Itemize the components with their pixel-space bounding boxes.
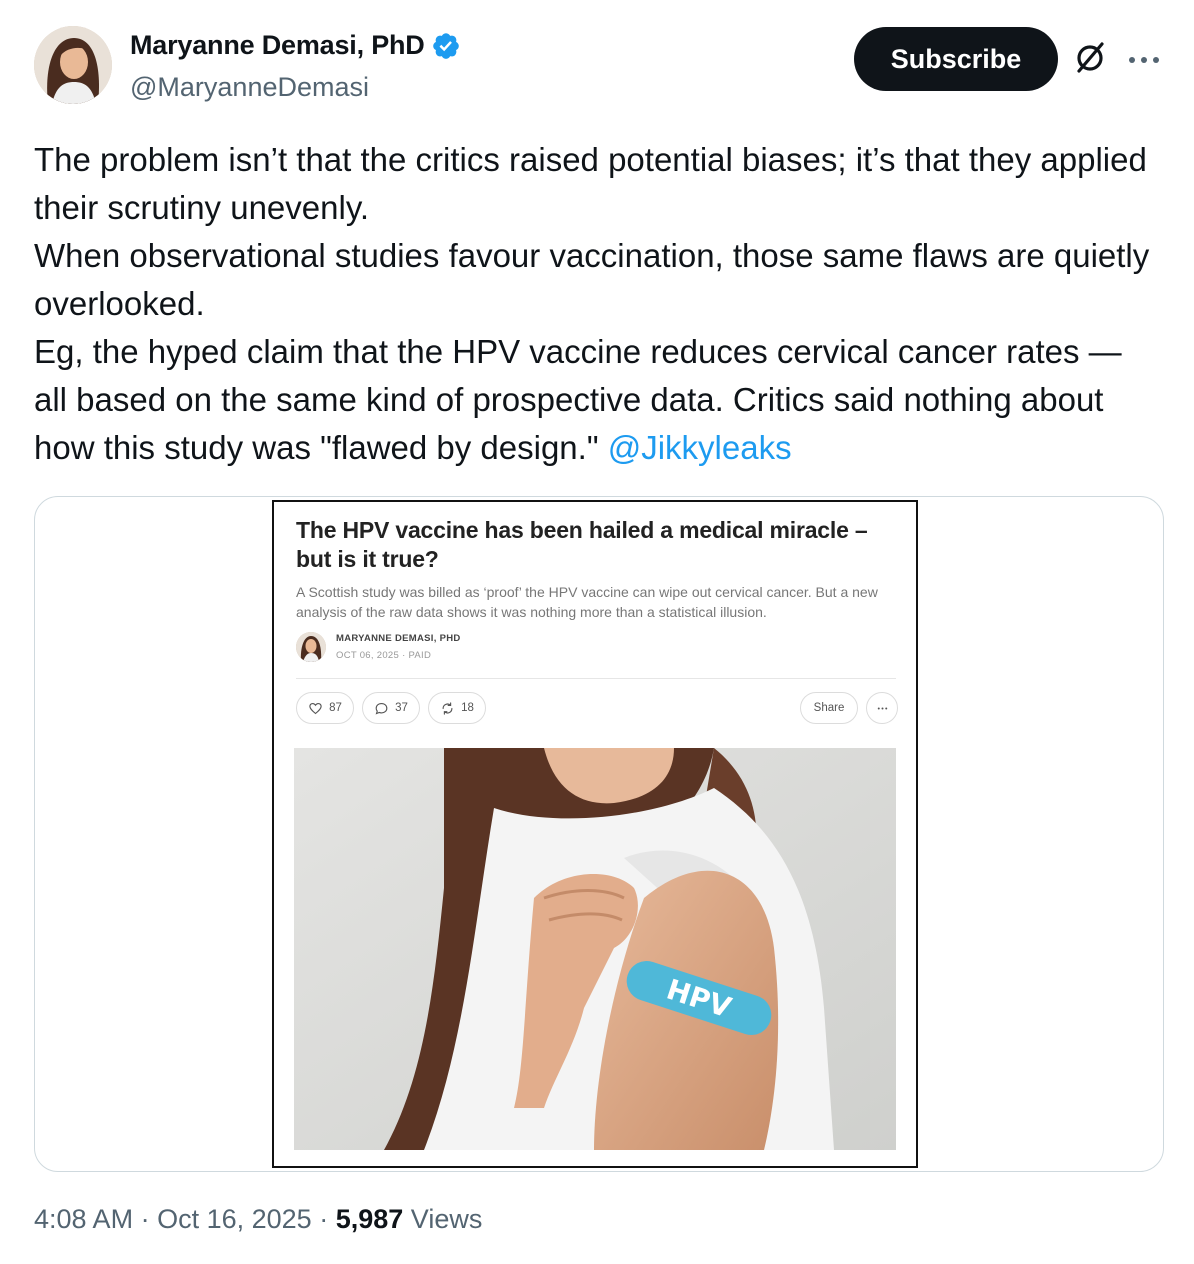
grok-icon[interactable]	[1070, 38, 1110, 78]
tweet-paragraph: The problem isn’t that the critics raise…	[34, 141, 1147, 226]
tweet-paragraph: Eg, the hyped claim that the HPV vaccine…	[34, 328, 1154, 472]
article-subtitle: A Scottish study was billed as ‘proof’ t…	[296, 584, 878, 620]
comment-count: 37	[395, 702, 408, 714]
mention-link[interactable]: @Jikkyleaks	[608, 429, 792, 466]
restack-count: 18	[461, 702, 474, 714]
article-more-pill	[866, 692, 898, 724]
article-more-icon	[877, 707, 887, 709]
tweet-date[interactable]: Oct 16, 2025	[157, 1204, 312, 1234]
tweet-header: Maryanne Demasi, PhD @MaryanneDemasi Sub…	[34, 26, 1164, 110]
article-hero-image: HPV	[294, 748, 896, 1150]
article-date: OCT 06, 2025	[336, 650, 400, 661]
author-display-name[interactable]: Maryanne Demasi, PhD	[130, 30, 425, 61]
tweet-media[interactable]: The HPV vaccine has been hailed a medica…	[34, 496, 1164, 1172]
views-label: Views	[410, 1204, 483, 1234]
author-name-row: Maryanne Demasi, PhD	[130, 30, 461, 61]
tweet-paragraph: When observational studies favour vaccin…	[34, 237, 1150, 322]
article-divider	[296, 678, 896, 679]
like-pill: 87	[296, 692, 354, 724]
article-screenshot: The HPV vaccine has been hailed a medica…	[272, 500, 918, 1168]
meta-dot: ·	[319, 1204, 336, 1234]
tweet-meta: 4:08 AM · Oct 16, 2025 · 5,987 Views	[34, 1204, 482, 1235]
like-count: 87	[329, 702, 342, 714]
meta-dot: ·	[140, 1204, 158, 1234]
more-options-icon[interactable]	[1124, 40, 1164, 80]
tweet-paragraph-text: Eg, the hyped claim that the HPV vaccine…	[34, 333, 1122, 466]
views-count: 5,987	[335, 1204, 404, 1234]
verified-badge-icon	[432, 32, 459, 59]
article-title: The HPV vaccine has been hailed a medica…	[296, 517, 868, 572]
subscribe-button[interactable]: Subscribe	[854, 27, 1058, 91]
comment-pill: 37	[362, 692, 420, 724]
article-date-line: OCT 06, 2025 · PAID	[336, 650, 431, 661]
heart-icon	[309, 702, 322, 714]
article-share-label: Share	[813, 702, 845, 714]
author-avatar[interactable]	[34, 26, 112, 104]
restack-icon	[442, 701, 453, 715]
author-handle[interactable]: @MaryanneDemasi	[130, 72, 369, 103]
tweet-text: The problem isn’t that the critics raise…	[34, 136, 1154, 472]
article-author-avatar	[296, 632, 326, 662]
tweet-time[interactable]: 4:08 AM	[34, 1204, 133, 1234]
restack-pill: 18	[428, 692, 486, 724]
article-author-name: MARYANNE DEMASI, PHD	[336, 633, 461, 644]
comment-icon	[375, 702, 388, 714]
article-share-pill: Share	[800, 692, 858, 724]
article-access: PAID	[408, 650, 432, 661]
